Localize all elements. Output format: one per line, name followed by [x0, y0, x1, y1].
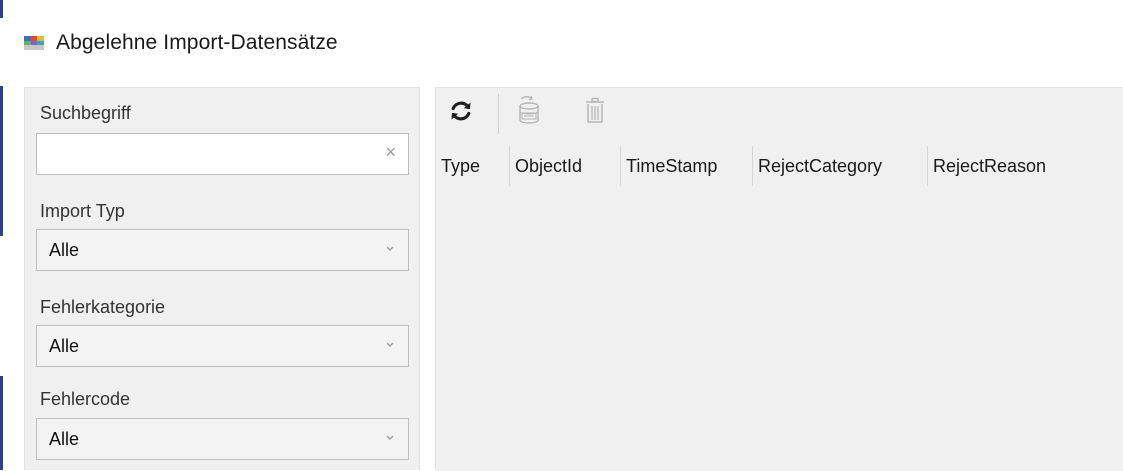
error-code-select[interactable]: Alle: [36, 418, 409, 460]
reimport-button[interactable]: [512, 95, 546, 131]
app-logo-icon: [24, 36, 44, 50]
database-refresh-icon: [516, 95, 542, 131]
window-edge: [0, 0, 4, 470]
column-header-objectid[interactable]: ObjectId: [510, 146, 621, 186]
column-header-rejectcategory[interactable]: RejectCategory: [753, 146, 928, 186]
toolbar: [436, 88, 1123, 140]
column-header-rejectreason[interactable]: RejectReason: [928, 146, 1088, 186]
clear-search-icon[interactable]: ×: [385, 142, 396, 163]
import-type-value: Alle: [49, 240, 80, 260]
error-category-value: Alle: [49, 336, 80, 356]
toolbar-separator: [498, 94, 499, 134]
chevron-down-icon[interactable]: [384, 338, 396, 350]
chevron-down-icon[interactable]: [384, 242, 396, 254]
refresh-button[interactable]: [444, 96, 478, 130]
search-label: Suchbegriff: [40, 103, 131, 123]
column-header-timestamp[interactable]: TimeStamp: [621, 146, 753, 186]
error-category-select[interactable]: Alle: [36, 325, 409, 367]
error-category-label: Fehlerkategorie: [40, 297, 166, 317]
import-type-label: Import Typ: [40, 201, 125, 221]
grid-header: Type ObjectId TimeStamp RejectCategory R…: [436, 146, 1088, 186]
window-title: Abgelehne Import-Datensätze: [56, 31, 338, 54]
error-code-value: Alle: [49, 429, 80, 449]
refresh-icon: [448, 98, 474, 129]
search-input[interactable]: ×: [36, 133, 409, 175]
window-titlebar: Abgelehne Import-Datensätze: [18, 0, 1118, 86]
import-type-select[interactable]: Alle: [36, 229, 409, 271]
column-header-type[interactable]: Type: [436, 146, 510, 186]
error-code-label: Fehlercode: [40, 389, 131, 409]
results-panel: Type ObjectId TimeStamp RejectCategory R…: [435, 87, 1123, 471]
filter-panel: Suchbegriff × Import Typ Alle Fehlerkate…: [24, 87, 420, 470]
grid-body-empty: [436, 188, 1123, 471]
trash-icon: [584, 97, 606, 130]
delete-button[interactable]: [578, 96, 612, 130]
chevron-down-icon[interactable]: [384, 431, 396, 443]
